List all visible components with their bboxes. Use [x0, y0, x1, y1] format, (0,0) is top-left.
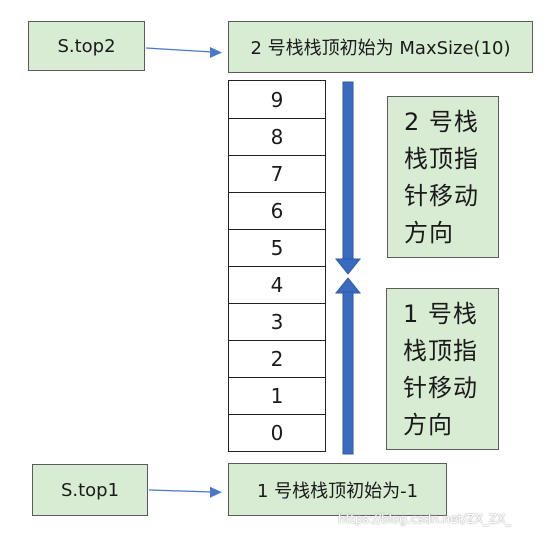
note-line: 1 号栈 [403, 300, 478, 328]
note-line: 栈顶指 [404, 145, 479, 173]
stack-cell: 9 [228, 81, 326, 119]
s-top1-label: S.top1 [32, 464, 148, 516]
stack-cell: 4 [228, 267, 326, 304]
shared-stack-array: 9 8 7 6 5 4 3 2 1 0 [228, 80, 326, 452]
stack-cell: 6 [228, 193, 326, 230]
stack-cell: 7 [228, 156, 326, 193]
top1-initial-value-box: 1 号栈栈顶初始为-1 [228, 463, 447, 516]
note-line: 方向 [403, 411, 453, 439]
note-line: 针移动 [403, 374, 478, 402]
stack-cell: 3 [228, 304, 326, 341]
pointer-arrow-top2 [145, 47, 222, 58]
watermark: https://blog.csdn.net/ZX_ZX_ [338, 512, 512, 526]
stack-cell: 2 [228, 341, 326, 378]
stack-cell: 5 [228, 230, 326, 267]
s-top2-label: S.top2 [28, 21, 145, 71]
note-line: 方向 [404, 219, 454, 247]
stack-cell: 8 [228, 119, 326, 156]
stack-cell: 0 [228, 415, 326, 452]
stack1-direction-arrow [334, 277, 362, 455]
pointer-arrow-top1 [148, 486, 222, 498]
top2-initial-value-box: 2 号栈栈顶初始为 MaxSize(10) [228, 21, 533, 73]
stack2-direction-arrow [334, 81, 362, 275]
stack1-direction-note: 1 号栈 栈顶指 针移动 方向 [386, 288, 499, 450]
stack2-direction-note: 2 号栈 栈顶指 针移动 方向 [387, 96, 499, 258]
stack-cell: 1 [228, 378, 326, 415]
note-line: 2 号栈 [404, 108, 479, 136]
note-line: 栈顶指 [403, 337, 478, 365]
note-line: 针移动 [404, 182, 479, 210]
